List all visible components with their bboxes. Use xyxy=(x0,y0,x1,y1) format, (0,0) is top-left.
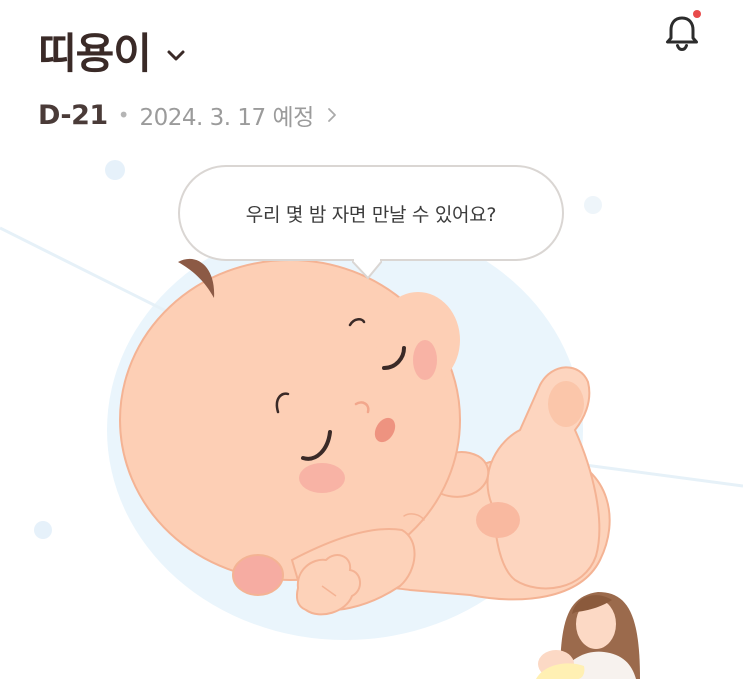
speech-bubble-tail xyxy=(352,256,382,279)
chevron-down-icon[interactable] xyxy=(165,44,187,66)
notification-dot xyxy=(693,10,701,18)
speech-bubble: 우리 몇 밤 자면 만날 수 있어요? xyxy=(178,165,564,261)
bell-icon[interactable] xyxy=(660,10,704,54)
baby-name[interactable]: 띠용이 xyxy=(38,20,152,81)
due-date-text: 2024. 3. 17 예정 xyxy=(139,105,315,131)
mother-avatar xyxy=(536,592,640,679)
chevron-right-icon[interactable] xyxy=(324,107,340,123)
separator-dot: • xyxy=(117,103,130,127)
due-date-row[interactable]: D-21 • 2024. 3. 17 예정 xyxy=(38,98,340,132)
dday-count: D-21 xyxy=(38,99,108,131)
title-row[interactable]: 띠용이 xyxy=(38,20,187,81)
